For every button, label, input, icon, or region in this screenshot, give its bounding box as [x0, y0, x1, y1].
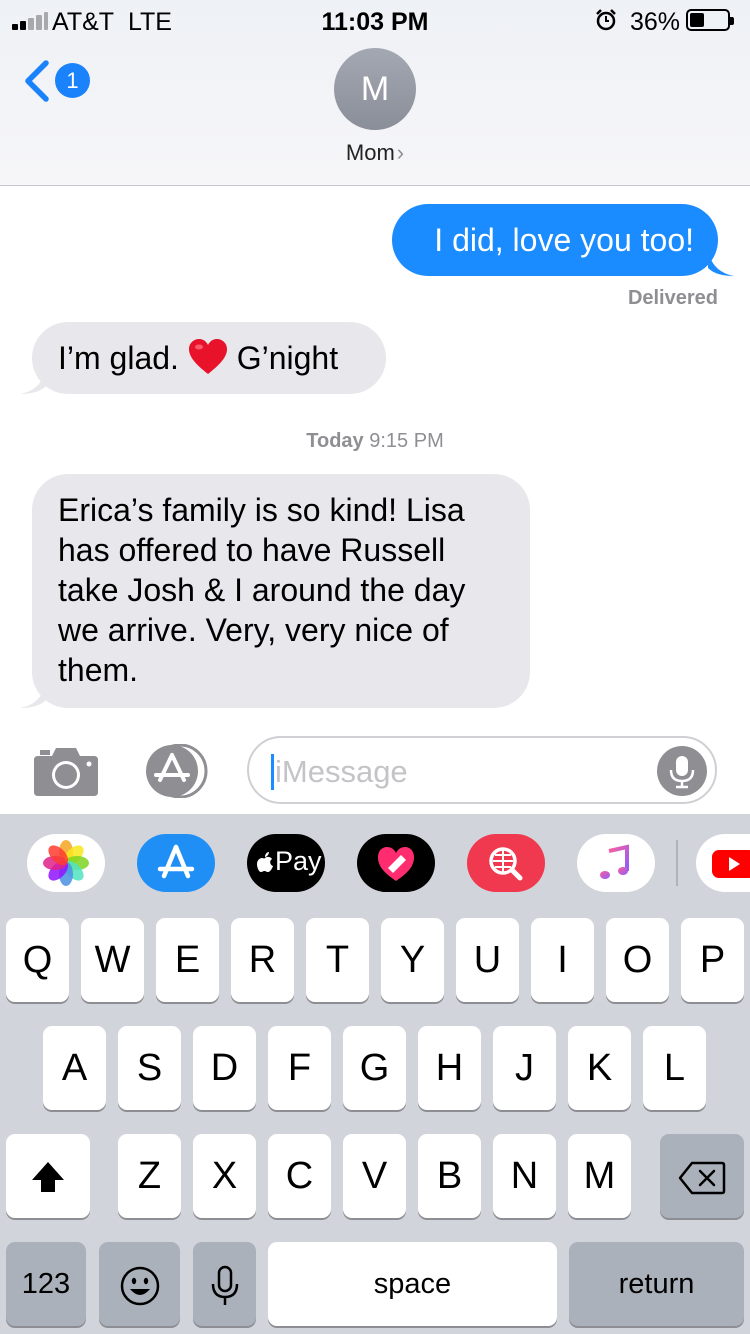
key-h[interactable]: H — [418, 1026, 481, 1110]
conversation-header: AT&T LTE 11:03 PM 36% 1 M Mom› — [0, 0, 750, 186]
music-app-icon[interactable] — [577, 834, 655, 892]
key-u[interactable]: U — [456, 918, 519, 1002]
message-line: take Josh & I around the day — [58, 572, 466, 608]
key-a[interactable]: A — [43, 1026, 106, 1110]
message-line: them. — [58, 652, 139, 688]
backspace-key[interactable] — [660, 1134, 744, 1218]
apple-pay-label: Pay — [275, 846, 322, 876]
input-placeholder: iMessage — [275, 754, 408, 789]
key-b[interactable]: B — [418, 1134, 481, 1218]
emoji-key[interactable] — [99, 1242, 180, 1326]
key-w[interactable]: W — [81, 918, 144, 1002]
bubble-tail — [708, 250, 734, 276]
digital-touch-app-icon[interactable] — [357, 834, 435, 892]
space-key[interactable]: space — [268, 1242, 557, 1326]
key-i[interactable]: I — [531, 918, 594, 1002]
apple-logo-icon — [257, 852, 273, 872]
shift-icon — [32, 1161, 64, 1192]
camera-icon[interactable] — [34, 744, 98, 796]
back-button[interactable]: 1 — [22, 58, 102, 104]
key-r[interactable]: R — [231, 918, 294, 1002]
key-d[interactable]: D — [193, 1026, 256, 1110]
contact-avatar[interactable]: M — [334, 48, 416, 130]
key-k[interactable]: K — [568, 1026, 631, 1110]
return-key[interactable]: return — [569, 1242, 744, 1326]
message-line: has offered to have Russell — [58, 532, 446, 568]
contact-name: Mom — [345, 140, 395, 165]
text-cursor — [271, 754, 274, 790]
contact-name-button[interactable]: Mom› — [0, 140, 750, 166]
key-s[interactable]: S — [118, 1026, 181, 1110]
photos-app-icon[interactable] — [27, 834, 105, 892]
sent-message-bubble[interactable]: I did, love you too! — [392, 204, 718, 276]
key-x[interactable]: X — [193, 1134, 256, 1218]
tray-divider — [676, 840, 678, 886]
timestamp-day: Today — [306, 430, 364, 452]
shift-key[interactable] — [6, 1134, 90, 1218]
battery-icon — [686, 9, 734, 31]
dictation-icon — [211, 1265, 238, 1305]
dictation-key[interactable] — [193, 1242, 256, 1326]
conversation-timestamp: Today 9:15 PM — [0, 430, 750, 453]
bubble-tail — [20, 368, 46, 394]
chevron-right-icon: › — [396, 140, 405, 165]
key-o[interactable]: O — [606, 918, 669, 1002]
message-text: G’night — [236, 340, 339, 376]
alarm-icon — [596, 9, 616, 31]
key-e[interactable]: E — [156, 918, 219, 1002]
key-n[interactable]: N — [493, 1134, 556, 1218]
key-y[interactable]: Y — [381, 918, 444, 1002]
emoji-icon — [120, 1266, 159, 1306]
delivered-status: Delivered — [627, 287, 718, 309]
youtube-app-icon[interactable] — [696, 834, 750, 892]
unread-count-badge: 1 — [55, 63, 90, 98]
app-drawer: Pay — [0, 814, 750, 910]
status-bar: AT&T LTE 11:03 PM 36% — [0, 0, 750, 42]
key-l[interactable]: L — [643, 1026, 706, 1110]
bubble-tail — [20, 682, 46, 708]
key-p[interactable]: P — [681, 918, 744, 1002]
timestamp-time: 9:15 PM — [369, 430, 444, 452]
key-v[interactable]: V — [343, 1134, 406, 1218]
key-q[interactable]: Q — [6, 918, 69, 1002]
microphone-icon[interactable] — [657, 746, 707, 796]
imessage-input[interactable]: iMessage — [247, 736, 717, 804]
received-message-bubble[interactable]: I’m glad. G’night — [32, 322, 386, 394]
key-z[interactable]: Z — [118, 1134, 181, 1218]
key-t[interactable]: T — [306, 918, 369, 1002]
apple-pay-app-icon[interactable]: Pay — [247, 834, 325, 892]
key-g[interactable]: G — [343, 1026, 406, 1110]
app-store-app-icon[interactable] — [137, 834, 215, 892]
chevron-left-icon — [25, 60, 49, 102]
key-m[interactable]: M — [568, 1134, 631, 1218]
key-c[interactable]: C — [268, 1134, 331, 1218]
red-heart-emoji — [188, 339, 227, 374]
message-text: I’m glad. — [58, 340, 179, 376]
message-text: I did, love you too! — [434, 222, 694, 258]
message-line: we arrive. Very, very nice of — [58, 612, 449, 648]
key-j[interactable]: J — [493, 1026, 556, 1110]
images-search-app-icon[interactable] — [467, 834, 545, 892]
numbers-key[interactable]: 123 — [6, 1242, 86, 1326]
key-f[interactable]: F — [268, 1026, 331, 1110]
battery-percent: 36% — [630, 8, 681, 36]
message-line: Erica’s family is so kind! Lisa — [58, 492, 465, 528]
backspace-icon — [678, 1161, 726, 1195]
app-store-icon[interactable] — [140, 744, 212, 798]
keyboard: Q W E R T Y U I O P A S D F G H J K L Z … — [0, 910, 750, 1334]
received-message-bubble[interactable]: Erica’s family is so kind! Lisa has offe… — [32, 474, 530, 708]
